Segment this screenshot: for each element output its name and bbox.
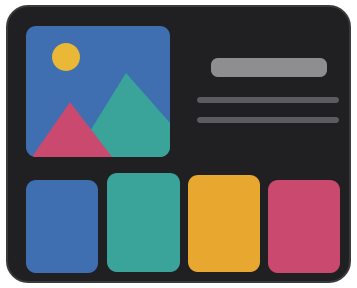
image-icon: [26, 26, 170, 157]
title-placeholder-bar: [211, 58, 327, 77]
text-line-placeholder-2: [197, 117, 339, 123]
card-pink: [268, 180, 340, 273]
card-teal: [107, 173, 180, 272]
sun-icon: [52, 43, 80, 71]
text-line-placeholder-1: [197, 97, 339, 103]
image-icon-graphic: [26, 26, 170, 157]
card-blue: [26, 180, 98, 273]
card-yellow: [188, 175, 260, 272]
